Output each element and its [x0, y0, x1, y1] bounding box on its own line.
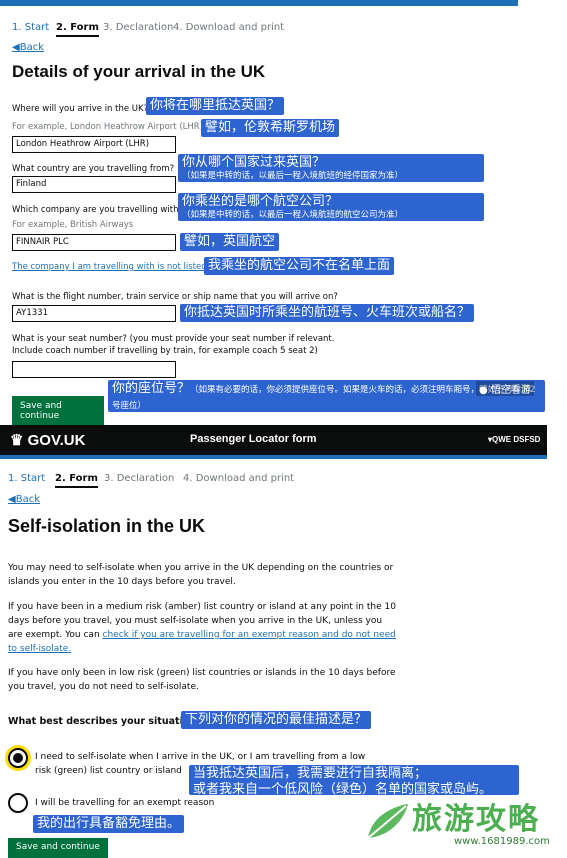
company-value-translation: 譬如，英国航空 [180, 233, 280, 252]
arrive-hint: For example, London Heathrow Airport (LH… [12, 122, 204, 132]
step-form[interactable]: 2. Form [56, 22, 99, 37]
step-start-2[interactable]: 1. Start [8, 473, 45, 484]
step-declaration[interactable]: 3. Declaration [103, 22, 173, 33]
service-name: Passenger Locator form [190, 433, 317, 445]
save-continue-button-top[interactable]: Save and continue [12, 396, 104, 426]
situation-question: What best describes your situation? [8, 716, 202, 727]
step-form-2[interactable]: 2. Form [55, 473, 98, 488]
save-continue-button-bottom[interactable]: Save and continue [8, 838, 108, 858]
amber-paragraph: If you have been in a medium risk (amber… [8, 602, 396, 654]
govuk-header: ♛ GOV.UK Passenger Locator form ▾QWE DSF… [0, 425, 547, 455]
arrive-label: Where will you arrive in the UK? [12, 104, 149, 114]
company-translation: 你乘坐的是哪个航空公司？ （如果是中转的话，以最后一程入境航班的航空公司为准） [178, 193, 484, 222]
country-label: What country are you travelling from? [12, 164, 175, 174]
flight-translation: 你抵达英国时所乘坐的航班号、火车班次或船名？ [180, 304, 475, 323]
radio-exempt[interactable] [8, 793, 28, 813]
back-arrow-icon: ◀ [12, 42, 20, 53]
crown-icon: ♛ [10, 432, 24, 449]
company-input[interactable]: FINNAIR PLC [12, 234, 176, 251]
step-start[interactable]: 1. Start [12, 22, 49, 33]
leaf-logo-icon [367, 804, 408, 839]
green-paragraph: If you have only been in low risk (green… [8, 668, 396, 692]
company-not-listed-link[interactable]: The company I am travelling with is not … [12, 262, 207, 272]
govuk-header-underline [0, 455, 547, 459]
logo-text: 旅游攻略 [412, 802, 540, 837]
site-watermark-logo: 旅游攻略 www.1681989.com [362, 790, 562, 854]
country-input[interactable]: Finland [12, 176, 176, 193]
govuk-logo[interactable]: ♛ GOV.UK [10, 431, 85, 449]
watermark-top: ● 悟空看游 [476, 381, 534, 396]
back-link[interactable]: ◀Back [12, 42, 44, 53]
radio-self-isolate[interactable] [8, 748, 28, 768]
radio-exempt-label[interactable]: I will be travelling for an exempt reaso… [35, 797, 214, 811]
page-title: Details of your arrival in the UK [12, 62, 266, 81]
not-listed-translation: 我乘坐的航空公司不在名单上面 [204, 257, 395, 276]
flight-input[interactable]: AY1331 [12, 305, 176, 322]
flight-label: What is the flight number, train service… [12, 292, 338, 302]
arrive-input[interactable]: London Heathrow Airport (LHR) [12, 136, 176, 153]
country-translation: 你从哪个国家过来英国？ （如果是中转的话，以最后一程入境航班的经停国家为准） [178, 154, 484, 183]
step-declaration-2[interactable]: 3. Declaration [104, 473, 174, 484]
radio-exempt-translation: 我的出行具备豁免理由。 [33, 815, 185, 834]
seat-label: What is your seat number? (you must prov… [12, 334, 335, 357]
step-download-2[interactable]: 4. Download and print [183, 473, 294, 484]
intro-paragraph: You may need to self-isolate when you ar… [8, 563, 394, 587]
company-label: Which company are you travelling with? [12, 205, 183, 215]
back-arrow-icon: ◀ [8, 494, 16, 505]
reference-menu[interactable]: ▾QWE DSFSD [488, 435, 540, 444]
logo-url: www.1681989.com [454, 836, 550, 847]
page-title-2: Self-isolation in the UK [8, 516, 206, 536]
arrive-hint-translation: 譬如，伦敦希斯罗机场 [201, 119, 340, 138]
seat-input[interactable] [12, 361, 176, 378]
back-link-2[interactable]: ◀Back [8, 494, 40, 505]
situation-question-translation: 下列对你的情况的最佳描述是？ [181, 711, 372, 730]
step-download[interactable]: 4. Download and print [173, 22, 284, 33]
company-hint: For example, British Airways [12, 220, 134, 230]
top-header-strip [0, 0, 518, 6]
arrive-label-translation: 你将在哪里抵达英国？ [146, 97, 285, 116]
wechat-icon: ● [479, 385, 488, 396]
